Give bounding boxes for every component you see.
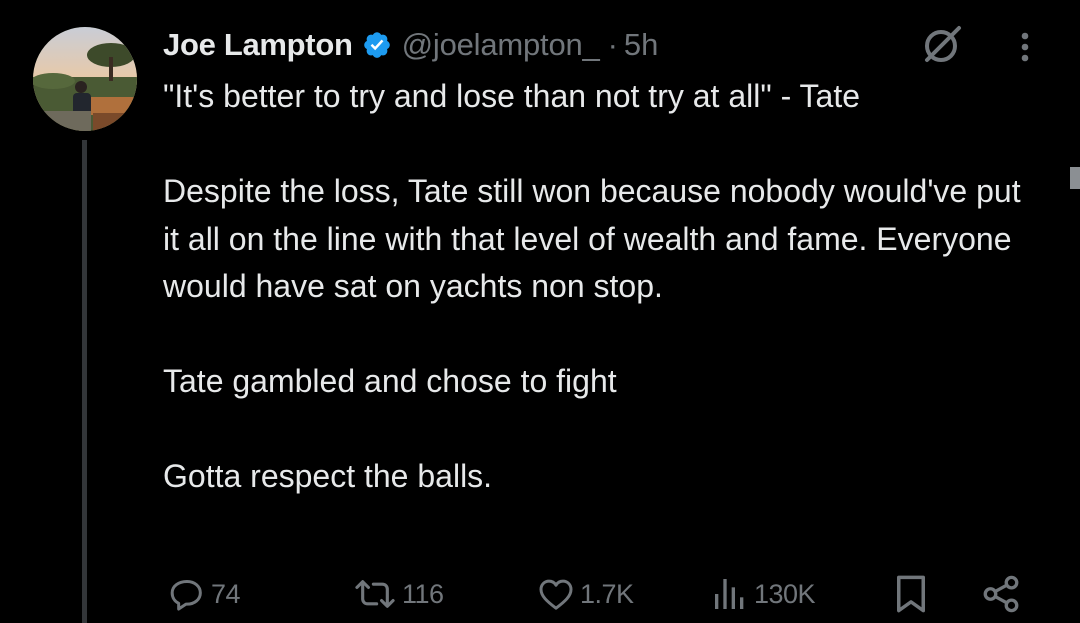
tweet-blank-line xyxy=(163,121,1043,169)
like-count: 1.7K xyxy=(580,578,634,609)
tweet-blank-line xyxy=(163,406,1043,454)
tweet-paragraph: "It's better to try and lose than not tr… xyxy=(163,78,861,114)
tweet-blank-line xyxy=(163,311,1043,359)
share-button[interactable] xyxy=(980,570,1022,618)
retweet-icon xyxy=(352,574,398,614)
thread-line xyxy=(82,140,87,623)
views-button[interactable]: 130K xyxy=(710,570,816,618)
reply-icon xyxy=(167,574,207,614)
views-count: 130K xyxy=(754,578,816,609)
tweet-timestamp[interactable]: 5h xyxy=(624,27,658,63)
retweet-count: 116 xyxy=(402,578,444,609)
reply-button[interactable]: 74 xyxy=(167,570,241,618)
heart-icon xyxy=(536,574,576,614)
avatar-photo xyxy=(33,27,137,131)
bookmark-button[interactable] xyxy=(893,570,929,618)
author-handle[interactable]: @joelampton_ xyxy=(402,27,600,63)
separator-dot: · xyxy=(607,27,618,62)
tweet-paragraph: Despite the loss, Tate still won because… xyxy=(163,173,1030,304)
verified-badge-icon[interactable] xyxy=(362,30,392,60)
views-icon xyxy=(710,574,750,614)
tweet-text: "It's better to try and lose than not tr… xyxy=(163,73,1043,501)
bookmark-icon xyxy=(893,573,929,615)
tweet-paragraph: Tate gambled and chose to fight xyxy=(163,363,617,399)
more-icon[interactable] xyxy=(1010,26,1040,68)
grok-icon[interactable] xyxy=(918,22,964,68)
avatar[interactable] xyxy=(33,27,137,131)
retweet-button[interactable]: 116 xyxy=(352,570,444,618)
author-name[interactable]: Joe Lampton xyxy=(163,27,353,63)
action-bar: 74 116 1.7K 130K xyxy=(0,570,1080,618)
share-icon xyxy=(980,573,1022,615)
like-button[interactable]: 1.7K xyxy=(536,570,634,618)
scrollbar-thumb[interactable] xyxy=(1070,167,1080,189)
tweet-header: Joe Lampton @joelampton_ · 5h xyxy=(163,24,658,66)
reply-count: 74 xyxy=(211,578,241,609)
tweet-paragraph: Gotta respect the balls. xyxy=(163,458,493,494)
